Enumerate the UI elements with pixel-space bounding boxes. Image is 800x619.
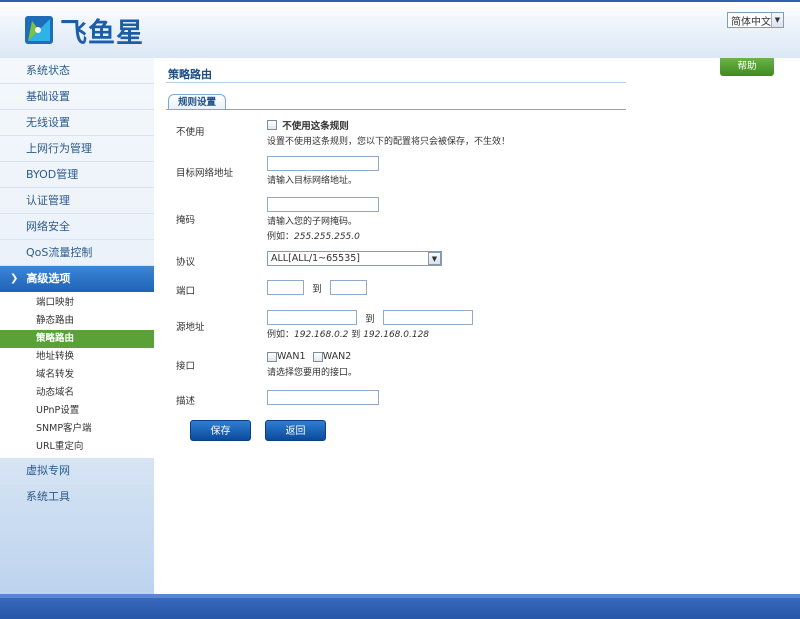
dest-address-input[interactable] [267,156,379,171]
header: 飞鱼星 简体中文 ▼ [0,0,800,58]
port-to-input[interactable] [329,280,367,295]
protocol-label: 协议 [176,257,196,268]
protocol-select[interactable]: ALL[ALL/1~65535] ▼ [267,251,442,266]
iface-label: 接口 [176,361,196,372]
port-from-input[interactable] [267,280,304,295]
mask-label: 掩码 [176,215,196,226]
src-from-input[interactable] [267,310,357,325]
disable-field: 不使用这条规则 设置不使用这条规则，您以下的配置将只会被保存，不生效！ [267,118,510,147]
port-to-label: 到 [312,283,322,295]
protocol-field: ALL[ALL/1~65535] ▼ [267,251,442,266]
desc-label: 描述 [176,396,196,407]
subnav-static-route[interactable]: 静态路由 [0,312,154,330]
sidebar-item-security[interactable]: 网络安全 [0,214,154,240]
dest-label: 目标网络地址 [176,168,234,179]
mask-input[interactable] [267,197,379,212]
subnav-snmp[interactable]: SNMP客户端 [0,420,154,438]
sidebar-item-wireless[interactable]: 无线设置 [0,110,154,136]
protocol-value: ALL[ALL/1~65535] [271,253,361,264]
mask-field: 请输入您的子网掩码。 例如：255.255.255.0 [267,197,379,242]
mask-example: 例如：255.255.255.0 [267,232,360,242]
fish-logo-icon [24,15,54,45]
sidebar-item-qos[interactable]: QoS流量控制 [0,240,154,266]
wan1-label: WAN1 [277,351,306,362]
mask-hint: 请输入您的子网掩码。 [267,217,358,227]
src-to-label: 到 [365,313,375,325]
main-content: 策略路由 帮助 规则设置 不使用 不使用这条规则 设置不使用这条规则，您以下的配… [154,58,800,594]
brand-logo: 飞鱼星 [24,14,144,49]
port-label: 端口 [176,286,196,297]
sidebar-item-vpn[interactable]: 虚拟专网 [0,458,154,484]
iface-field: WAN1 WAN2 请选择您要用的接口。 [267,351,357,378]
brand-name: 飞鱼星 [60,17,144,49]
description-input[interactable] [267,390,379,405]
double-chevron-down-icon: ❯ [10,273,19,284]
disable-rule-checkbox[interactable] [267,120,277,130]
subnav-upnp[interactable]: UPnP设置 [0,402,154,420]
page-title: 策略路由 [168,68,212,81]
tab-divider [166,109,626,110]
src-example: 例如：192.168.0.2 到 192.168.0.128 [267,330,430,340]
subnav-url-redirect[interactable]: URL重定向 [0,438,154,456]
subnav-nat[interactable]: 地址转换 [0,348,154,366]
footer-highlight [0,594,800,598]
src-field: 到 例如：192.168.0.2 到 192.168.0.128 [267,310,473,340]
src-label: 源地址 [176,322,205,333]
sidebar: 系统状态 基础设置 无线设置 上网行为管理 BYOD管理 认证管理 网络安全 Q… [0,58,154,594]
subnav-dns-forward[interactable]: 域名转发 [0,366,154,384]
sidebar-item-advanced[interactable]: ❯ 高级选项 [0,266,154,292]
sidebar-subnav: 端口映射 静态路由 策略路由 地址转换 域名转发 动态域名 UPnP设置 SNM… [0,292,154,458]
sidebar-item-behavior[interactable]: 上网行为管理 [0,136,154,162]
iface-hint: 请选择您要用的接口。 [267,367,358,378]
back-button[interactable]: 返回 [265,420,326,441]
sidebar-item-byod[interactable]: BYOD管理 [0,162,154,188]
disable-label: 不使用 [176,127,205,138]
chevron-down-icon[interactable]: ▼ [428,252,441,265]
sidebar-item-auth[interactable]: 认证管理 [0,188,154,214]
desc-field [267,390,379,405]
disable-rule-checkbox-label: 不使用这条规则 [282,121,349,132]
dest-field: 请输入目标网络地址。 [267,156,379,186]
disable-hint: 设置不使用这条规则，您以下的配置将只会被保存，不生效！ [267,137,511,147]
wan2-checkbox[interactable] [312,351,323,362]
language-select[interactable]: 简体中文 ▼ [727,12,784,28]
title-divider [166,82,626,83]
language-value: 简体中文 [731,16,771,28]
dest-hint: 请输入目标网络地址。 [267,176,358,186]
src-to-input[interactable] [382,310,473,325]
port-field: 到 [267,280,367,295]
sidebar-item-system-status[interactable]: 系统状态 [0,58,154,84]
save-button[interactable]: 保存 [190,420,251,441]
tab-rule-settings[interactable]: 规则设置 [168,94,226,110]
sidebar-item-label: 高级选项 [26,272,71,285]
subnav-policy-route[interactable]: 策略路由 [0,330,154,348]
sidebar-item-system-tools[interactable]: 系统工具 [0,484,154,510]
wan2-label: WAN2 [322,351,352,362]
subnav-port-mapping[interactable]: 端口映射 [0,294,154,312]
chevron-down-icon[interactable]: ▼ [771,13,783,27]
wan1-checkbox[interactable] [267,351,277,362]
help-button[interactable]: 帮助 [720,58,774,76]
sidebar-item-basic-settings[interactable]: 基础设置 [0,84,154,110]
subnav-ddns[interactable]: 动态域名 [0,384,154,402]
